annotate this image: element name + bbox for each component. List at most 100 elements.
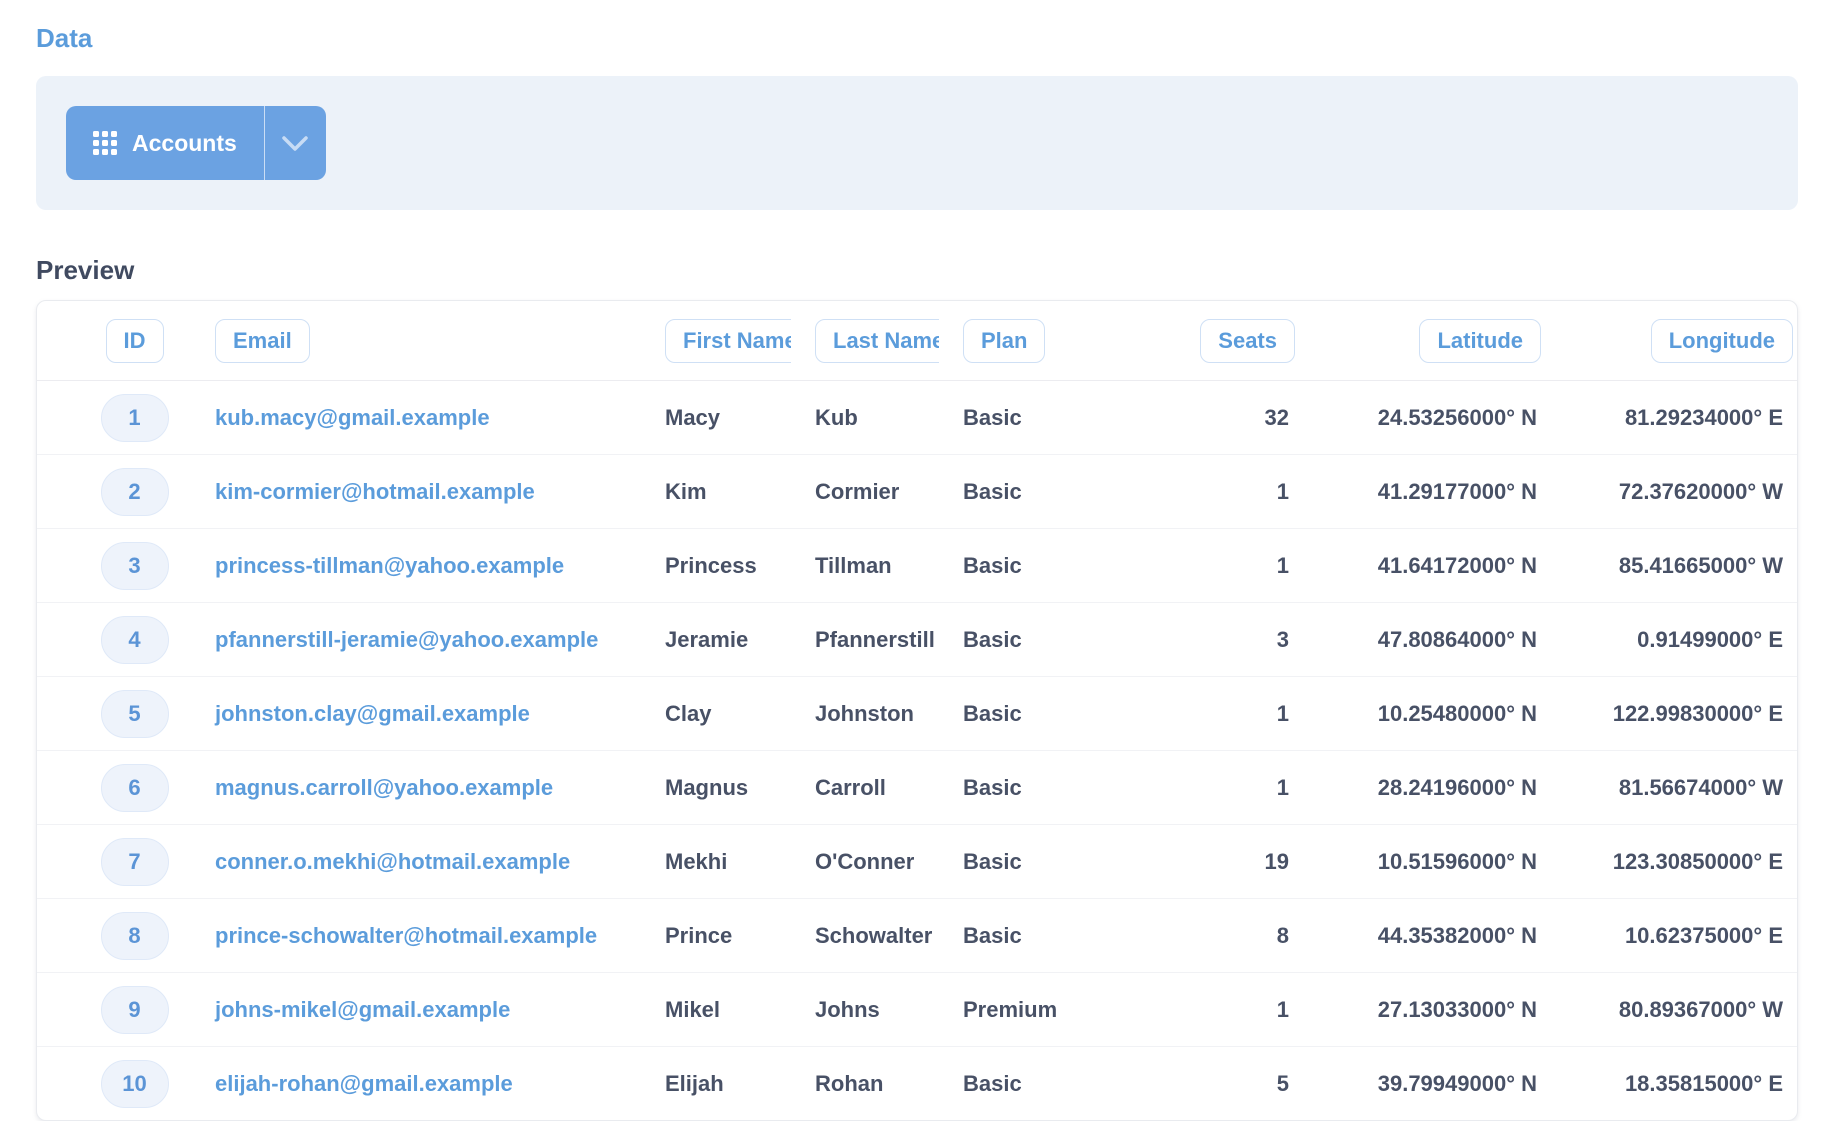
cell-email: conner.o.mekhi@hotmail.example: [191, 825, 641, 899]
column-header-cell-last_name: Last Name: [791, 301, 939, 381]
column-header-pill-seats[interactable]: Seats: [1200, 319, 1295, 363]
page: Data Accounts Preview: [0, 0, 1828, 1121]
data-source-panel: Accounts: [36, 76, 1798, 210]
cell-email: prince-schowalter@hotmail.example: [191, 899, 641, 973]
row-id-badge: 5: [101, 690, 169, 738]
cell-first_name: Mikel: [641, 973, 791, 1047]
cell-email: elijah-rohan@gmail.example: [191, 1047, 641, 1121]
cell-last_name: Rohan: [791, 1047, 939, 1121]
cell-id: 5: [37, 677, 191, 751]
cell-plan: Basic: [939, 603, 1057, 677]
column-header-cell-email: Email: [191, 301, 641, 381]
cell-latitude: 44.35382000° N: [1301, 899, 1547, 973]
cell-id: 8: [37, 899, 191, 973]
table-row: 1kub.macy@gmail.exampleMacyKubBasic3224.…: [37, 381, 1798, 455]
cell-first_name: Mekhi: [641, 825, 791, 899]
cell-first_name: Clay: [641, 677, 791, 751]
chevron-down-icon: [281, 135, 309, 152]
cell-latitude: 10.51596000° N: [1301, 825, 1547, 899]
grid-icon: [93, 131, 117, 155]
column-header-pill-longitude[interactable]: Longitude: [1651, 319, 1793, 363]
cell-last_name: Carroll: [791, 751, 939, 825]
cell-id: 4: [37, 603, 191, 677]
column-header-cell-first_name: First Name: [641, 301, 791, 381]
cell-latitude: 24.53256000° N: [1301, 381, 1547, 455]
cell-id: 3: [37, 529, 191, 603]
cell-longitude: 85.41665000° W: [1547, 529, 1798, 603]
column-header-pill-first_name[interactable]: First Name: [665, 319, 791, 363]
column-header-cell-seats: Seats: [1057, 301, 1301, 381]
preview-table: ID Email First Name Last Name Plan Seats Latit…: [37, 301, 1798, 1120]
cell-longitude: 80.89367000° W: [1547, 973, 1798, 1047]
cell-seats: 32: [1057, 381, 1301, 455]
cell-plan: Premium: [939, 973, 1057, 1047]
cell-latitude: 27.13033000° N: [1301, 973, 1547, 1047]
cell-last_name: O'Conner: [791, 825, 939, 899]
email-link: princess-tillman@yahoo.example: [215, 553, 564, 578]
cell-longitude: 18.35815000° E: [1547, 1047, 1798, 1121]
cell-latitude: 10.25480000° N: [1301, 677, 1547, 751]
table-row: 4pfannerstill-jeramie@yahoo.exampleJeram…: [37, 603, 1798, 677]
cell-last_name: Johns: [791, 973, 939, 1047]
data-section-title: Data: [36, 22, 1798, 54]
column-header-pill-email[interactable]: Email: [215, 319, 310, 363]
header-row: ID Email First Name Last Name Plan Seats Latit…: [37, 301, 1798, 381]
email-link: prince-schowalter@hotmail.example: [215, 923, 597, 948]
column-header-pill-id[interactable]: ID: [106, 319, 164, 363]
column-header-pill-latitude[interactable]: Latitude: [1419, 319, 1541, 363]
row-id-badge: 9: [101, 986, 169, 1034]
cell-seats: 8: [1057, 899, 1301, 973]
table-row: 7 conner.o.mekhi@hotmail.exampleMekhiO'Co…: [37, 825, 1798, 899]
cell-first_name: Prince: [641, 899, 791, 973]
cell-id: 1: [37, 381, 191, 455]
cell-id: 10: [37, 1047, 191, 1121]
email-link: magnus.carroll@yahoo.example: [215, 775, 553, 800]
row-id-badge: 7: [101, 838, 169, 886]
cell-email: pfannerstill-jeramie@yahoo.example: [191, 603, 641, 677]
row-id-badge: 4: [101, 616, 169, 664]
cell-first_name: Macy: [641, 381, 791, 455]
column-header-pill-last_name[interactable]: Last Name: [815, 319, 939, 363]
row-id-badge: 6: [101, 764, 169, 812]
cell-email: princess-tillman@yahoo.example: [191, 529, 641, 603]
preview-section-title: Preview: [36, 254, 1798, 286]
cell-first_name: Elijah: [641, 1047, 791, 1121]
cell-id: 6: [37, 751, 191, 825]
email-link: johnston.clay@gmail.example: [215, 701, 530, 726]
row-id-badge: 10: [101, 1060, 169, 1108]
table-row: 6magnus.carroll@yahoo.exampleMagnusCarro…: [37, 751, 1798, 825]
cell-longitude: 122.99830000° E: [1547, 677, 1798, 751]
cell-plan: Basic: [939, 1047, 1057, 1121]
cell-latitude: 41.64172000° N: [1301, 529, 1547, 603]
column-header-cell-latitude: Latitude: [1301, 301, 1547, 381]
data-source-split-button: Accounts: [66, 106, 326, 180]
cell-first_name: Princess: [641, 529, 791, 603]
cell-seats: 5: [1057, 1047, 1301, 1121]
cell-email: johnston.clay@gmail.example: [191, 677, 641, 751]
cell-plan: Basic: [939, 529, 1057, 603]
cell-longitude: 123.30850000° E: [1547, 825, 1798, 899]
email-link: kub.macy@gmail.example: [215, 405, 490, 430]
data-source-dropdown-button[interactable]: [264, 106, 326, 180]
email-link: pfannerstill-jeramie@yahoo.example: [215, 627, 598, 652]
accounts-button-label: Accounts: [132, 130, 237, 157]
row-id-badge: 1: [101, 394, 169, 442]
table-row: 8 prince-schowalter@hotmail.example Prince…: [37, 899, 1798, 973]
accounts-button[interactable]: Accounts: [66, 106, 264, 180]
cell-first_name: Kim: [641, 455, 791, 529]
cell-last_name: Cormier: [791, 455, 939, 529]
cell-longitude: 72.37620000° W: [1547, 455, 1798, 529]
cell-seats: 1: [1057, 973, 1301, 1047]
cell-longitude: 10.62375000° E: [1547, 899, 1798, 973]
cell-plan: Basic: [939, 455, 1057, 529]
email-link: kim-cormier@hotmail.example: [215, 479, 535, 504]
column-header-pill-plan[interactable]: Plan: [963, 319, 1045, 363]
table-row: 5 johnston.clay@gmail.example ClayJohnston…: [37, 677, 1798, 751]
email-link: elijah-rohan@gmail.example: [215, 1071, 513, 1096]
cell-last_name: Schowalter: [791, 899, 939, 973]
cell-latitude: 47.80864000° N: [1301, 603, 1547, 677]
cell-latitude: 28.24196000° N: [1301, 751, 1547, 825]
column-header-cell-plan: Plan: [939, 301, 1057, 381]
email-link: johns-mikel@gmail.example: [215, 997, 510, 1022]
cell-last_name: Johnston: [791, 677, 939, 751]
